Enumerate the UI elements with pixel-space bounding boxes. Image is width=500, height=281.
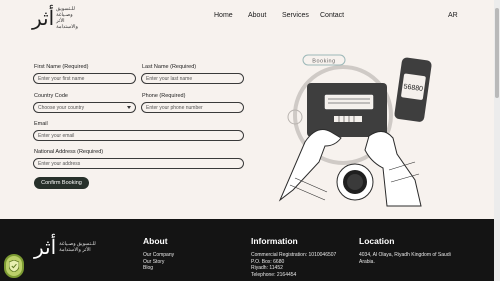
language-toggle[interactable]: AR	[448, 12, 458, 19]
address-placeholder: Enter your address	[38, 160, 81, 167]
footer-logo-glyph: أثر	[34, 235, 57, 259]
tablet-icon	[307, 83, 387, 137]
confirm-booking-button[interactable]: Confirm Booking	[34, 177, 89, 189]
address-label: National Address (Required)	[34, 149, 104, 155]
first-name-placeholder: Enter your first name	[38, 75, 85, 82]
footer-information-lines: Commercial Registration: 1010046507 P.O.…	[251, 252, 336, 278]
footer-link-blog[interactable]: Blog	[143, 265, 174, 272]
footer-logo-tagline: للـتسويق وصـياغة الأثر والاستدامة	[59, 241, 96, 253]
footer-link-our-company[interactable]: Our Company	[143, 252, 174, 259]
nav-services[interactable]: Services	[282, 12, 309, 19]
booking-illustration: Booking 56880	[278, 54, 432, 207]
email-label: Email	[34, 121, 48, 127]
site-logo[interactable]: أثر للـتسويق وصـياغة الأثر والاستدامة	[32, 5, 78, 31]
floating-badge[interactable]	[4, 254, 24, 278]
email-placeholder: Enter your email	[38, 132, 75, 139]
chevron-down-icon	[127, 106, 131, 109]
footer-info-telephone: Telephone: 2164454	[251, 271, 297, 278]
country-code-value: Choose your country	[38, 104, 85, 111]
footer-info-registration: Commercial Registration: 1010046507	[251, 252, 337, 258]
email-input[interactable]: Enter your email	[33, 130, 244, 141]
footer-about-title: About	[143, 236, 168, 246]
booking-tag-text: Booking	[312, 59, 335, 65]
scrollbar-thumb[interactable]	[495, 8, 499, 98]
logo-glyph: أثر	[32, 6, 55, 30]
first-name-label: First Name (Required)	[34, 64, 89, 70]
footer-location-lines: 4034, Al Olaya, Riyadh Kingdom of Saudi …	[359, 252, 479, 265]
country-code-select[interactable]: Choose your country	[33, 102, 136, 113]
nav-home[interactable]: Home	[214, 12, 233, 19]
phone-input[interactable]: Enter your phone number	[141, 102, 244, 113]
footer-about-links: Our Company Our Story Blog	[143, 252, 174, 272]
shield-icon	[9, 260, 19, 272]
confirm-booking-label: Confirm Booking	[41, 180, 82, 186]
last-name-placeholder: Enter your last name	[146, 75, 193, 82]
logo-tagline: للـتسويق وصـياغة الأثر والاستدامة	[56, 6, 78, 30]
last-name-input[interactable]: Enter your last name	[141, 73, 244, 84]
logo-tagline-line-2: الأثر والاستدامة	[56, 18, 78, 30]
screen-field-icon	[324, 94, 374, 110]
site-header: أثر للـتسويق وصـياغة الأثر والاستدامة Ho…	[0, 0, 500, 40]
phone-label: Phone (Required)	[142, 93, 186, 99]
footer-logo-tagline-line-2: الأثر والاستدامة	[59, 247, 91, 253]
last-name-label: Last Name (Required)	[142, 64, 197, 70]
footer-logo[interactable]: أثر للـتسويق وصـياغة الأثر والاستدامة	[34, 235, 96, 259]
country-code-label: Country Code	[34, 93, 68, 99]
first-name-input[interactable]: Enter your first name	[33, 73, 136, 84]
logo-tagline-line-1: للـتسويق وصـياغة	[56, 6, 75, 18]
address-input[interactable]: Enter your address	[33, 158, 244, 169]
phone-placeholder: Enter your phone number	[146, 104, 203, 111]
site-footer: أثر للـتسويق وصـياغة الأثر والاستدامة Ab…	[0, 219, 500, 281]
footer-information-title: Information	[251, 236, 298, 246]
nav-contact[interactable]: Contact	[320, 12, 344, 19]
footer-location-title: Location	[359, 236, 395, 246]
screen-keys-icon	[334, 116, 362, 122]
footer-location-line-2: Arabia.	[359, 258, 375, 265]
phone-icon: 56880	[394, 57, 432, 122]
nav-about[interactable]: About	[248, 12, 266, 19]
